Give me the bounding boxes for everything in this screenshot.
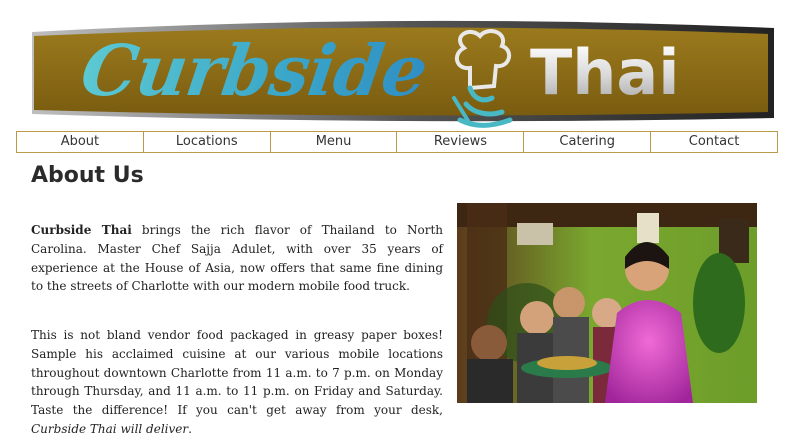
page-title: About Us — [31, 163, 144, 188]
brand-lead-text: Curbside Thai — [31, 223, 132, 237]
logo-text-thai: Thai — [530, 36, 680, 109]
restaurant-photo-icon — [457, 203, 757, 403]
logo-text-curbside: Curbside — [76, 29, 432, 112]
about-paragraph-2-body: This is not bland vendor food packaged i… — [31, 328, 443, 418]
about-paragraph-1: Curbside Thai brings the rich flavor of … — [31, 221, 443, 296]
about-paragraph-2: This is not bland vendor food packaged i… — [31, 326, 443, 439]
chef-hat-icon — [452, 29, 513, 128]
nav-item-catering[interactable]: Catering — [524, 132, 652, 152]
nav-item-about[interactable]: About — [17, 132, 144, 152]
nav-item-contact[interactable]: Contact — [651, 132, 777, 152]
main-navigation: About Locations Menu Reviews Catering Co… — [16, 131, 778, 153]
header-banner: Curbside Thai — [30, 14, 776, 128]
about-paragraph-2-end: . — [188, 421, 192, 436]
nav-item-locations[interactable]: Locations — [144, 132, 271, 152]
restaurant-photo — [457, 203, 757, 403]
nav-item-menu[interactable]: Menu — [271, 132, 398, 152]
nav-item-reviews[interactable]: Reviews — [397, 132, 525, 152]
delivery-emphasis: Curbside Thai will deliver — [31, 421, 189, 436]
